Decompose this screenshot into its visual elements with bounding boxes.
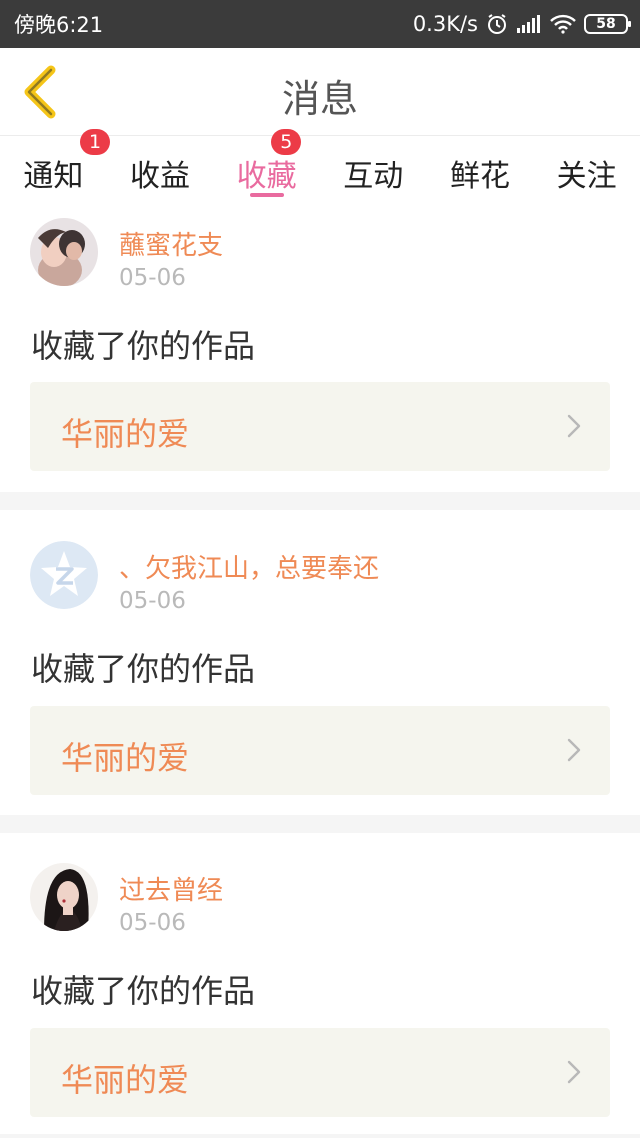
card-divider bbox=[0, 815, 640, 833]
battery-icon: 58 bbox=[584, 14, 631, 34]
message-date: 05-06 bbox=[119, 910, 186, 936]
avatar[interactable] bbox=[30, 218, 98, 286]
message-date: 05-06 bbox=[119, 588, 186, 614]
active-tab-indicator bbox=[249, 193, 284, 197]
status-time: 傍晚6:21 bbox=[14, 13, 104, 37]
chevron-right-icon bbox=[567, 1060, 581, 1084]
tab-label: 通知 bbox=[23, 159, 84, 194]
status-indicators: 0.3K/s 58 bbox=[412, 9, 631, 39]
tab-flowers[interactable]: 鲜花 bbox=[427, 137, 534, 207]
tab-notifications[interactable]: 通知 1 bbox=[0, 129, 110, 207]
user-name[interactable]: 过去曾经 bbox=[119, 870, 223, 907]
badge-count: 1 bbox=[80, 129, 110, 155]
wifi-icon bbox=[550, 14, 576, 34]
tab-label: 收藏 bbox=[236, 159, 297, 194]
message-text: 收藏了你的作品 bbox=[31, 650, 256, 688]
work-link[interactable]: 华丽的爱 bbox=[30, 706, 610, 795]
message-text: 收藏了你的作品 bbox=[31, 327, 256, 365]
user-name[interactable]: 、欠我江山，总要奉还 bbox=[119, 548, 379, 585]
work-title: 华丽的爱 bbox=[61, 739, 190, 777]
header: 消息 bbox=[0, 48, 640, 136]
avatar[interactable] bbox=[30, 863, 98, 931]
work-link[interactable]: 华丽的爱 bbox=[30, 1028, 610, 1117]
card-divider bbox=[0, 1134, 640, 1138]
signal-icon bbox=[516, 14, 542, 34]
card-divider bbox=[0, 492, 640, 510]
chevron-right-icon bbox=[567, 414, 581, 438]
work-title: 华丽的爱 bbox=[61, 415, 190, 453]
badge-count: 5 bbox=[271, 129, 302, 155]
message-card: 、欠我江山，总要奉还 05-06 收藏了你的作品 华丽的爱 bbox=[0, 510, 640, 813]
work-link[interactable]: 华丽的爱 bbox=[30, 382, 610, 471]
status-bar: 傍晚6:21 0.3K/s 58 bbox=[0, 0, 640, 48]
battery-level: 58 bbox=[596, 16, 616, 32]
tab-following[interactable]: 关注 bbox=[533, 137, 640, 207]
tab-label: 鲜花 bbox=[449, 159, 510, 194]
page-title: 消息 bbox=[281, 77, 358, 121]
tab-interactions[interactable]: 互动 bbox=[320, 137, 427, 207]
message-card: 蘸蜜花支 05-06 收藏了你的作品 华丽的爱 bbox=[0, 207, 640, 490]
message-date: 05-06 bbox=[119, 265, 186, 291]
alarm-icon bbox=[486, 13, 508, 35]
user-name[interactable]: 蘸蜜花支 bbox=[119, 225, 223, 262]
chevron-right-icon bbox=[567, 738, 581, 762]
message-text: 收藏了你的作品 bbox=[31, 972, 256, 1010]
tab-label: 收益 bbox=[129, 159, 190, 194]
tab-earnings[interactable]: 收益 bbox=[107, 137, 214, 207]
tab-label: 关注 bbox=[556, 159, 617, 194]
message-card: 过去曾经 05-06 收藏了你的作品 华丽的爱 bbox=[0, 833, 640, 1133]
tab-label: 互动 bbox=[343, 159, 404, 194]
tab-favorites[interactable]: 收藏 5 bbox=[213, 129, 320, 207]
network-speed: 0.3K/s bbox=[412, 12, 478, 36]
work-title: 华丽的爱 bbox=[61, 1061, 190, 1099]
tab-bar: 通知 1 收益 收藏 5 互动 鲜花 关注 bbox=[0, 129, 640, 207]
avatar[interactable] bbox=[30, 541, 98, 609]
